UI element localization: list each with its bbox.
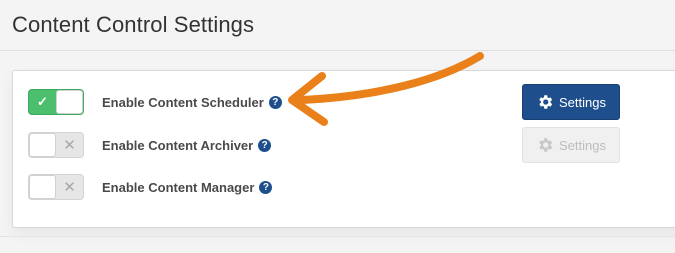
setting-row-archiver: ✕ Enable Content Archiver ? [28, 132, 272, 158]
manager-label: Enable Content Manager [102, 179, 255, 195]
settings-button-label: Settings [559, 137, 606, 153]
bottom-divider [0, 236, 675, 237]
gear-icon [539, 95, 553, 109]
gear-icon [539, 138, 553, 152]
scheduler-label: Enable Content Scheduler [102, 94, 264, 110]
page-title: Content Control Settings [12, 12, 255, 37]
help-icon[interactable]: ? [258, 138, 272, 152]
toggle-knob [29, 133, 56, 157]
x-icon: ✕ [63, 179, 76, 196]
scheduler-settings-button[interactable]: Settings [522, 84, 620, 120]
settings-panel: ✓ Enable Content Scheduler ? ✕ Enable Co… [12, 70, 675, 228]
scheduler-toggle[interactable]: ✓ [28, 89, 84, 115]
toggle-off-side: ✕ [56, 175, 83, 199]
check-icon: ✓ [37, 94, 48, 109]
setting-row-scheduler: ✓ Enable Content Scheduler ? [28, 89, 282, 115]
toggle-off-side: ✕ [56, 133, 83, 157]
help-icon[interactable]: ? [268, 95, 282, 109]
archiver-toggle[interactable]: ✕ [28, 132, 84, 158]
archiver-settings-button: Settings [522, 127, 620, 163]
title-divider [0, 50, 675, 51]
toggle-knob [29, 175, 56, 199]
setting-row-manager: ✕ Enable Content Manager ? [28, 174, 273, 200]
toggle-knob [56, 90, 83, 114]
archiver-label: Enable Content Archiver [102, 137, 254, 153]
help-icon[interactable]: ? [259, 180, 273, 194]
x-icon: ✕ [63, 137, 76, 154]
toggle-on-side: ✓ [29, 90, 56, 114]
manager-toggle[interactable]: ✕ [28, 174, 84, 200]
settings-button-label: Settings [559, 94, 606, 110]
